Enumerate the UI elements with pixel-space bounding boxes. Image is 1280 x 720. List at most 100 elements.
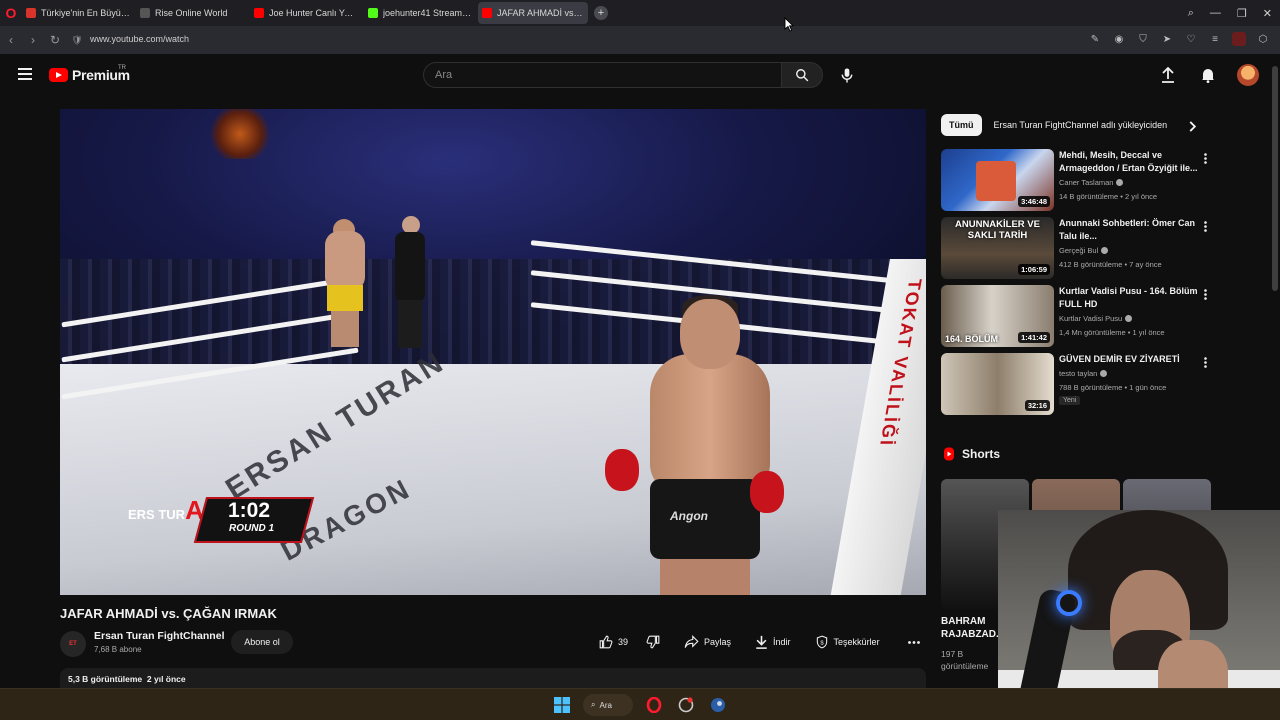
view-count: 5,3 B görüntüleme <box>68 674 143 684</box>
minimize-icon[interactable]: — <box>1210 7 1221 19</box>
scrollbar-thumb[interactable] <box>1272 66 1278 291</box>
recommendation-title[interactable]: Anunnaki Sohbetleri: Ömer Can Talu ile..… <box>1059 217 1199 243</box>
recommendation-meta: 1,4 Mn görüntüleme • 1 yıl önce <box>1059 328 1165 337</box>
subscriber-count: 7,68 B abone <box>94 645 142 654</box>
recommendation-title[interactable]: Kurtlar Vadisi Pusu - 164. Bölüm FULL HD <box>1059 285 1199 311</box>
video-thumbnail[interactable]: 32:16 <box>941 353 1054 415</box>
kick-favicon-icon <box>368 8 378 18</box>
youtube-header: Premium TR <box>0 54 1270 96</box>
camera-icon[interactable]: ◉ <box>1112 32 1126 46</box>
edit-icon[interactable]: ✎ <box>1088 32 1102 46</box>
filter-chips: Tümü Ersan Turan FightChannel adlı yükle… <box>941 114 1171 136</box>
reload-icon[interactable]: ↻ <box>44 33 66 47</box>
forward-icon[interactable]: › <box>22 33 44 47</box>
browser-tab[interactable]: Rise Online World <box>136 2 248 24</box>
description-box[interactable]: 5,3 B görüntüleme 2 yıl önce <box>60 668 926 690</box>
back-icon[interactable]: ‹ <box>0 33 22 47</box>
arena-light <box>205 109 275 159</box>
video-thumbnail[interactable]: 3:46:48 <box>941 149 1054 211</box>
browser-tab[interactable]: Joe Hunter Canlı Yayını - Y <box>250 2 362 24</box>
wallet-icon[interactable]: ⬡ <box>1256 32 1270 46</box>
hamburger-menu-icon[interactable] <box>18 68 32 80</box>
upload-icon <box>1162 67 1174 83</box>
recommendation-channel[interactable]: Kurtlar Vadisi Pusu <box>1059 314 1133 323</box>
thumbs-down-icon <box>646 635 660 649</box>
verified-icon <box>1100 370 1108 377</box>
like-button[interactable]: 39 <box>590 630 637 654</box>
search-input[interactable] <box>424 63 781 87</box>
steam-icon[interactable] <box>707 694 729 716</box>
subscribe-button[interactable]: Abone ol <box>231 630 293 654</box>
menu-icon[interactable]: ≡ <box>1208 32 1222 46</box>
voice-search-button[interactable] <box>835 64 859 86</box>
channel-name[interactable]: Ersan Turan FightChannel <box>94 630 224 642</box>
boxing-glove <box>605 449 639 491</box>
windows-start-icon[interactable] <box>551 694 573 716</box>
share-button[interactable]: Paylaş <box>675 630 740 654</box>
fight-scorebug: ERS TURAN 1:02 ROUND 1 <box>128 497 383 545</box>
taskbar: ⌕ Ara <box>0 688 1280 720</box>
recommendation-item[interactable]: 32:16 GÜVEN DEMİR EV ZİYARETİ testo tayl… <box>941 353 1211 417</box>
app-icon[interactable] <box>675 694 697 716</box>
svg-text:$: $ <box>820 640 824 646</box>
notifications-button[interactable] <box>1197 64 1219 86</box>
more-actions-icon[interactable] <box>904 633 924 651</box>
search-icon: ⌕ <box>591 700 596 709</box>
recommendation-channel[interactable]: Gerçeği Bul <box>1059 246 1109 255</box>
new-tab-icon[interactable]: + <box>594 6 608 20</box>
round-label: ROUND 1 <box>229 523 275 534</box>
recommendation-item[interactable]: ANUNNAKİLER VE SAKLI TARİH 1:06:59 Anunn… <box>941 217 1211 281</box>
new-badge: Yeni <box>1059 396 1081 405</box>
maximize-icon[interactable]: ❐ <box>1237 7 1247 20</box>
shield-icon[interactable]: ⛉ <box>1136 32 1150 46</box>
recommendation-title[interactable]: Mehdi, Mesih, Deccal ve Armageddon / Ert… <box>1059 149 1199 175</box>
recommendation-channel[interactable]: Caner Taslaman <box>1059 178 1124 187</box>
like-count: 39 <box>618 637 629 647</box>
more-vert-icon[interactable] <box>1199 355 1211 369</box>
browser-tab[interactable]: Türkiye'nin En Büyük Oyu <box>22 2 134 24</box>
more-vert-icon[interactable] <box>1199 219 1211 233</box>
upload-button[interactable] <box>1157 64 1179 86</box>
address-bar: ‹ › ↻ 🛡︎ www.youtube.com/watch ✎ ◉ ⛉ ➤ ♡… <box>0 26 1280 54</box>
view-meta: 5,3 B görüntüleme 2 yıl önce <box>68 674 186 684</box>
verified-icon <box>1116 179 1124 186</box>
mouse-cursor-icon <box>784 17 794 32</box>
url-field[interactable]: www.youtube.com/watch <box>90 34 189 44</box>
taskbar-search[interactable]: ⌕ Ara <box>583 694 633 716</box>
browser-tab-active[interactable]: JAFAR AHMADİ vs. ÇĞ <box>478 2 588 24</box>
secure-shield-icon[interactable]: 🛡︎ <box>66 35 88 46</box>
chip-all[interactable]: Tümü <box>941 114 982 136</box>
opera-gx-icon[interactable] <box>643 694 665 716</box>
download-button[interactable]: İndir <box>746 630 800 654</box>
recommendation-title[interactable]: GÜVEN DEMİR EV ZİYARETİ <box>1059 353 1199 366</box>
video-duration: 32:16 <box>1024 400 1050 411</box>
video-thumbnail[interactable]: 164. BÖLÜM 1:41:42 <box>941 285 1054 347</box>
video-thumbnail[interactable]: ANUNNAKİLER VE SAKLI TARİH 1:06:59 <box>941 217 1054 279</box>
chevron-right-icon[interactable] <box>1184 117 1202 135</box>
extension-avatar[interactable] <box>1232 32 1246 46</box>
recommendation-meta: 14 B görüntüleme • 2 yıl önce <box>1059 192 1158 201</box>
fighter-foreground: Angon <box>620 295 800 595</box>
recommendation-item[interactable]: 3:46:48 Mehdi, Mesih, Deccal ve Armagedd… <box>941 149 1211 213</box>
chip-uploader[interactable]: Ersan Turan FightChannel adlı yükleyicid… <box>990 114 1172 136</box>
video-player[interactable]: TOKAT VALİLİĞİ ERSAN TURAN DRAGON Angon … <box>60 109 926 595</box>
video-duration: 1:41:42 <box>1018 332 1050 343</box>
user-avatar[interactable] <box>1237 64 1259 86</box>
opera-menu-icon[interactable]: O <box>0 0 22 26</box>
recommendation-channel[interactable]: testo taylan <box>1059 369 1108 378</box>
browser-tab[interactable]: joehunter41 Stream - Kick <box>364 2 476 24</box>
dislike-button[interactable] <box>637 630 669 654</box>
more-vert-icon[interactable] <box>1199 151 1211 165</box>
search-button[interactable] <box>781 62 823 88</box>
send-icon[interactable]: ➤ <box>1160 32 1174 46</box>
upload-age: 2 yıl önce <box>146 674 186 684</box>
heart-icon[interactable]: ♡ <box>1184 32 1198 46</box>
video-title: JAFAR AHMADİ vs. ÇAĞAN IRMAK <box>60 606 277 621</box>
close-window-icon[interactable]: ✕ <box>1263 7 1272 20</box>
region-code: TR <box>118 65 126 71</box>
thanks-button[interactable]: $ Teşekkürler <box>806 630 889 654</box>
more-vert-icon[interactable] <box>1199 287 1211 301</box>
recommendation-item[interactable]: 164. BÖLÜM 1:41:42 Kurtlar Vadisi Pusu -… <box>941 285 1211 349</box>
search-tabs-icon[interactable]: ⌕ <box>1188 7 1194 20</box>
channel-avatar[interactable]: ET <box>60 631 86 657</box>
